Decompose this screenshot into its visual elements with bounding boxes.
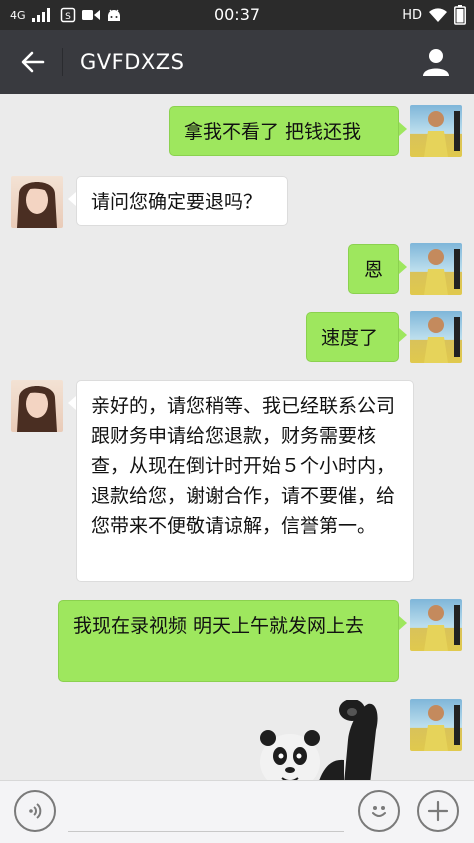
message-row: 速度了 — [0, 310, 474, 366]
contact-avatar[interactable] — [11, 176, 63, 228]
message-text: 亲好的，请您稍等、我已经联系公司跟财务申请给您退款，财务需要核查，从现在倒计时开… — [91, 395, 396, 537]
chat-title: GVFDXZS — [80, 50, 185, 74]
message-text: 拿我不看了 把钱还我 — [184, 121, 362, 143]
input-bar — [0, 780, 474, 843]
voice-icon — [29, 803, 42, 819]
emoji-button[interactable] — [358, 790, 400, 832]
chat-info-button[interactable] — [416, 42, 456, 82]
bubble-tail — [68, 396, 76, 410]
message-text: 恩 — [363, 259, 383, 281]
arrow-left-icon — [21, 51, 45, 73]
hd-indicator: HD — [402, 7, 422, 23]
battery-icon — [454, 5, 466, 25]
voice-button[interactable] — [14, 790, 56, 832]
message-bubble[interactable]: 恩 — [348, 244, 399, 294]
input-underline — [68, 831, 344, 832]
contact-avatar[interactable] — [11, 380, 63, 432]
emoji-icon — [372, 806, 386, 817]
message-row: 亲好的，请您稍等、我已经联系公司跟财务申请给您退款，财务需要核查，从现在倒计时开… — [0, 378, 474, 588]
back-button[interactable] — [14, 44, 52, 80]
message-bubble[interactable]: 拿我不看了 把钱还我 — [169, 106, 399, 156]
plus-icon — [427, 800, 449, 822]
message-list[interactable]: 拿我不看了 把钱还我 请问您确定要退吗？ 恩 速度了 亲好的，请您稍等、我已经联… — [0, 94, 474, 780]
message-text: 请问您确定要退吗？ — [91, 191, 263, 213]
my-avatar[interactable] — [410, 311, 462, 363]
status-bar: 4G S 00:37 HD — [0, 0, 474, 30]
bubble-tail — [68, 192, 76, 206]
message-input[interactable] — [68, 791, 344, 833]
message-bubble[interactable]: 亲好的，请您稍等、我已经联系公司跟财务申请给您退款，财务需要核查，从现在倒计时开… — [76, 380, 414, 582]
message-row — [0, 698, 474, 780]
person-icon — [423, 49, 449, 76]
message-row: 请问您确定要退吗？ — [0, 174, 474, 230]
message-text: 我现在录视频 明天上午就发网上去 — [73, 615, 365, 637]
message-text: 速度了 — [321, 327, 379, 349]
my-avatar[interactable] — [410, 599, 462, 651]
message-bubble[interactable]: 我现在录视频 明天上午就发网上去 — [58, 600, 399, 682]
message-row: 恩 — [0, 242, 474, 298]
panda-waving-sticker[interactable] — [252, 699, 402, 780]
my-avatar[interactable] — [410, 243, 462, 295]
wifi-icon — [429, 7, 447, 22]
more-button[interactable] — [417, 790, 459, 832]
bubble-tail — [399, 328, 407, 342]
message-row: 我现在录视频 明天上午就发网上去 — [0, 598, 474, 684]
message-bubble[interactable]: 请问您确定要退吗？ — [76, 176, 288, 226]
chat-header: GVFDXZS — [0, 30, 474, 94]
my-avatar[interactable] — [410, 699, 462, 751]
bubble-tail — [399, 616, 407, 630]
message-row: 拿我不看了 把钱还我 — [0, 104, 474, 160]
bubble-tail — [399, 122, 407, 136]
header-divider — [62, 48, 63, 76]
message-bubble[interactable]: 速度了 — [306, 312, 399, 362]
bubble-tail — [399, 260, 407, 274]
my-avatar[interactable] — [410, 105, 462, 157]
